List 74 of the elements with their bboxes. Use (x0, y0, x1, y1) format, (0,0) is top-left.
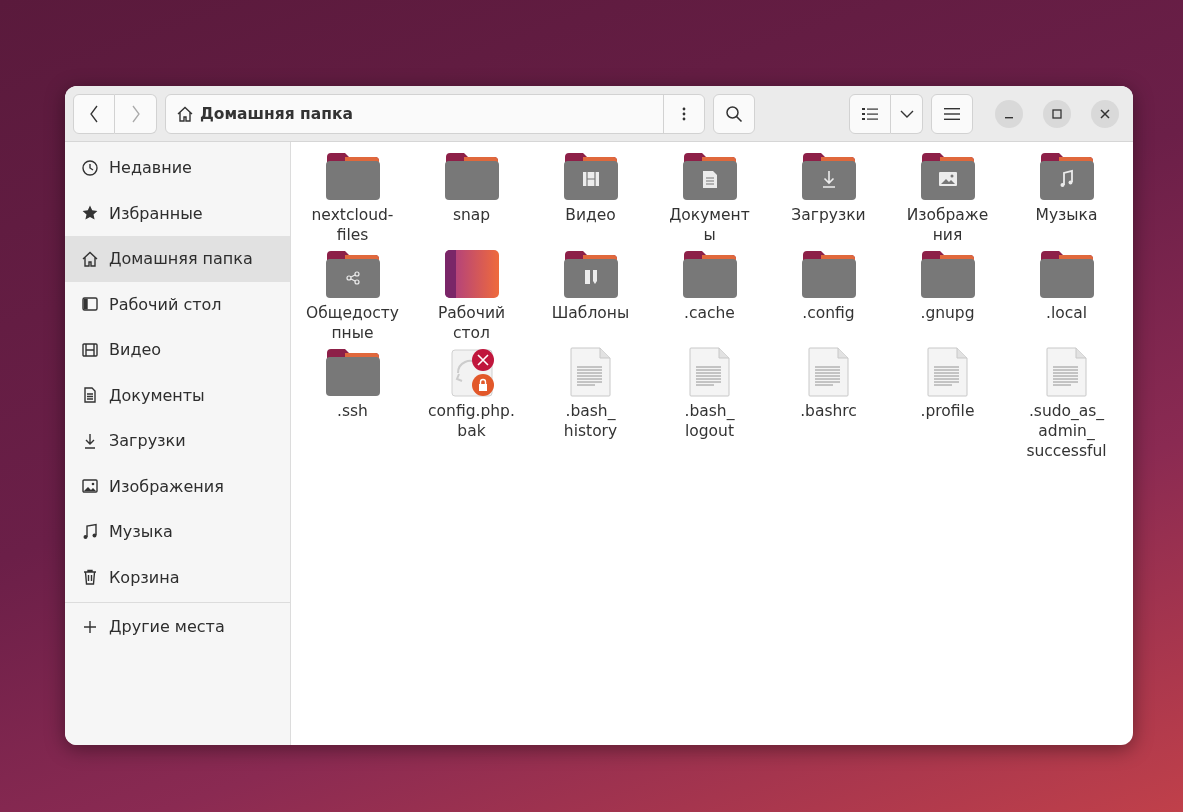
file-name[interactable]: .bash_ history (563, 401, 618, 441)
file-name[interactable]: .profile (920, 401, 975, 441)
file-name[interactable]: Рабочий стол (437, 303, 506, 343)
file-name[interactable]: .cache (684, 303, 735, 343)
file-name[interactable]: .local (1045, 303, 1087, 343)
sidebar-item[interactable]: Рабочий стол (65, 281, 290, 327)
main-menu-button[interactable] (931, 93, 973, 134)
file-name[interactable]: .sudo_as_ admin_ successful (1026, 401, 1107, 461)
folder-icon (1038, 249, 1095, 299)
file-name[interactable]: Видео (565, 205, 616, 245)
folder-icon (443, 151, 500, 201)
chevron-down-icon (899, 109, 914, 118)
file-name[interactable]: .gnupg (920, 303, 975, 343)
file-name[interactable]: .ssh (337, 401, 368, 441)
home-icon (176, 104, 194, 123)
chevron-left-icon (89, 104, 99, 123)
clock-icon (81, 158, 99, 177)
sidebar-item[interactable]: Изображения (65, 463, 290, 509)
folder-icon (800, 249, 857, 299)
folder-with-ruler-pencil-icon (562, 249, 619, 299)
sidebar-item[interactable]: Музыка (65, 509, 290, 555)
sidebar-item[interactable]: Домашняя папка (65, 236, 290, 282)
file-name[interactable]: snap (452, 205, 491, 245)
maximize-icon (1052, 108, 1062, 119)
file-name[interactable]: Музыка (1035, 205, 1098, 245)
folder-with-film-icon (562, 151, 619, 201)
file-name[interactable]: Изображе ния (906, 205, 989, 245)
folder-with-share-icon (324, 249, 381, 299)
sidebar-item[interactable]: Избранные (65, 190, 290, 236)
list-icon (862, 106, 878, 121)
list-view-button[interactable] (849, 93, 891, 134)
sidebar-item[interactable]: Корзина (65, 554, 290, 600)
desktop-folder-icon (443, 249, 500, 299)
folder-with-document-icon (681, 151, 738, 201)
close-button[interactable] (1091, 99, 1119, 128)
file-name[interactable]: Шаблоны (551, 303, 630, 343)
home-icon (81, 249, 99, 268)
sidebar-item[interactable]: Загрузки (65, 418, 290, 464)
file-name[interactable]: Загрузки (791, 205, 866, 245)
search-icon (725, 104, 743, 123)
file-name[interactable]: .config (802, 303, 855, 343)
film-icon (81, 340, 99, 359)
location-bar[interactable]: Домашняя папка (165, 93, 705, 134)
folder-with-image-icon (919, 151, 976, 201)
file-name[interactable]: .bash_ logout (684, 401, 735, 441)
file-name[interactable]: Документ ы (669, 205, 750, 245)
file-name[interactable]: Общедосту пные (306, 303, 399, 343)
maximize-button[interactable] (1043, 99, 1071, 128)
view-options-button[interactable] (891, 93, 923, 134)
folder-with-music-note-icon (1038, 151, 1095, 201)
music-note-icon (81, 522, 99, 541)
folder-with-download-icon (800, 151, 857, 201)
sidebar-item[interactable]: Недавние (65, 145, 290, 191)
vertical-dots-icon (682, 106, 686, 121)
search-button[interactable] (713, 93, 755, 134)
document-icon (81, 386, 99, 405)
folder-icon (324, 151, 381, 201)
close-icon (1100, 108, 1110, 119)
folder-icon (919, 249, 976, 299)
sidebar-item[interactable]: Видео (65, 327, 290, 373)
chevron-right-icon (130, 104, 141, 123)
location-title: Домашняя папка (200, 104, 354, 123)
menu-icon (944, 107, 960, 120)
minimize-icon (1005, 116, 1013, 119)
image-icon (81, 477, 99, 496)
sidebar-item[interactable]: Другие места (65, 604, 290, 650)
folder-icon (681, 249, 738, 299)
file-name[interactable]: config.php. bak (428, 401, 515, 441)
sidebar-item[interactable]: Документы (65, 372, 290, 418)
desktop-icon (81, 295, 99, 314)
file-name[interactable]: .bashrc (800, 401, 857, 441)
file-name[interactable]: nextcloud- files (311, 205, 394, 245)
folder-icon (324, 347, 381, 397)
trash-icon (81, 568, 99, 587)
